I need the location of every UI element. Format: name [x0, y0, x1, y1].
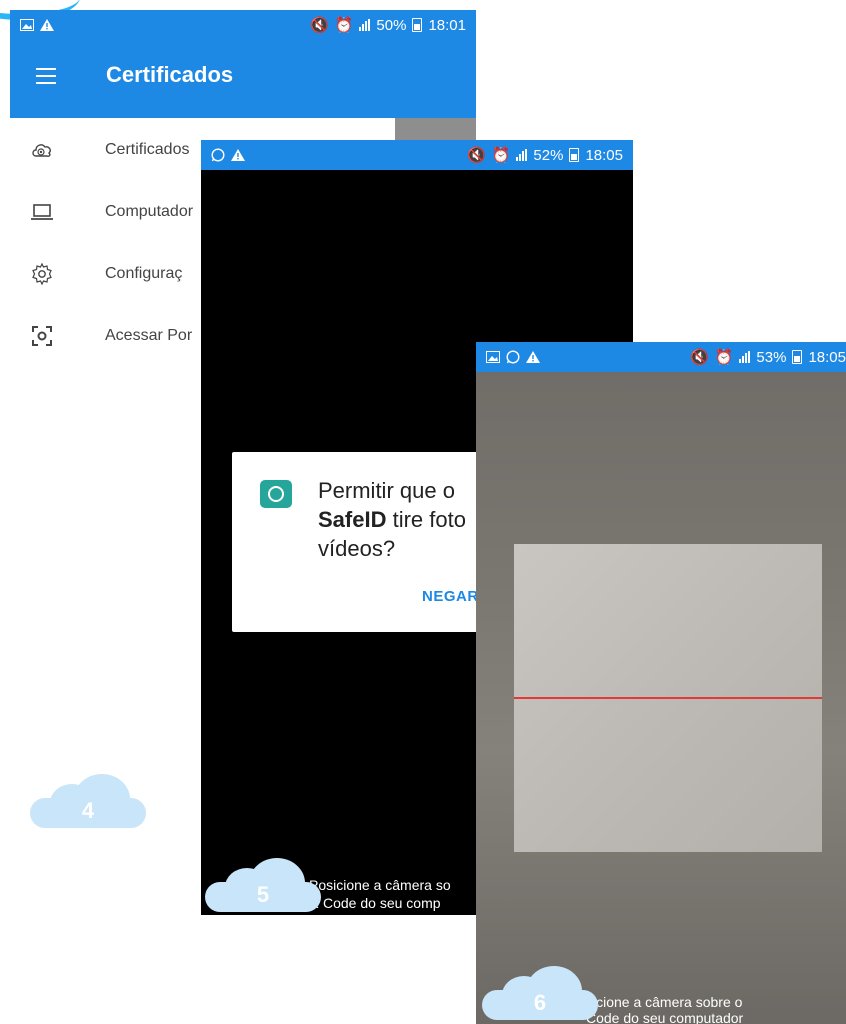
camera-icon [260, 480, 292, 508]
clock: 18:05 [808, 348, 846, 366]
step-badge-5: 5 [205, 858, 321, 912]
battery-percent: 52% [533, 146, 564, 164]
laptop-icon [31, 204, 53, 220]
alarm-icon: ⏰ [714, 349, 734, 366]
deny-button[interactable]: NEGAR [422, 588, 479, 605]
battery-icon [569, 148, 580, 162]
battery-icon [792, 350, 803, 364]
alarm-icon: ⏰ [491, 147, 511, 164]
scan-instruction: sicione a câmera sobre o Code do seu com… [586, 994, 846, 1024]
app-bar: Certificados [10, 40, 476, 118]
qr-scan-icon [32, 326, 52, 346]
step-number: 5 [256, 882, 270, 907]
permission-line-2-rest: tire foto [386, 507, 466, 532]
mute-icon: 🔇 [690, 349, 709, 366]
page-title: Certificados [106, 62, 234, 87]
mute-icon: 🔇 [467, 147, 486, 164]
clock: 18:05 [585, 146, 623, 164]
battery-percent: 53% [756, 348, 787, 366]
menu-icon[interactable] [36, 68, 56, 84]
whatsapp-icon [211, 148, 225, 162]
nav-item-label: Computador [105, 203, 194, 220]
signal-icon [739, 351, 751, 363]
warning-icon [526, 351, 540, 363]
battery-icon [412, 18, 423, 32]
status-bar: 🔇 ⏰ 52% 18:05 [201, 140, 633, 170]
signal-icon [516, 149, 528, 161]
gear-icon [32, 262, 52, 286]
screen-qr-scanner: 🔇 ⏰ 53% 18:05 sicione a câmera sobre o C… [476, 342, 846, 1024]
warning-icon [40, 19, 54, 31]
alarm-icon: ⏰ [334, 17, 354, 34]
scan-line [514, 697, 822, 699]
cloud-fingerprint-icon [32, 144, 51, 157]
nav-item-label: Acessar Por [105, 327, 193, 344]
step-badge-4: 4 [30, 774, 146, 828]
mute-icon: 🔇 [310, 17, 329, 34]
scan-instruction-line-2: Code do seu computador [586, 1010, 744, 1024]
whatsapp-icon [506, 350, 520, 364]
status-bar: 🔇 ⏰ 50% 18:01 [10, 10, 476, 40]
warning-icon [231, 149, 245, 161]
image-icon [20, 19, 34, 31]
step-badge-6: 6 [482, 966, 598, 1020]
app-name: SafeID [318, 507, 387, 532]
image-icon [486, 351, 500, 363]
nav-item-label: Certificados [105, 141, 190, 158]
clock: 18:01 [428, 16, 466, 34]
status-bar: 🔇 ⏰ 53% 18:05 [476, 342, 846, 372]
step-number: 6 [533, 990, 547, 1015]
signal-icon [359, 19, 371, 31]
battery-percent: 50% [376, 16, 407, 34]
nav-item-label: Configuraç [105, 265, 183, 282]
step-number: 4 [81, 798, 95, 823]
scan-instruction-line-1: sicione a câmera sobre o [586, 994, 743, 1010]
